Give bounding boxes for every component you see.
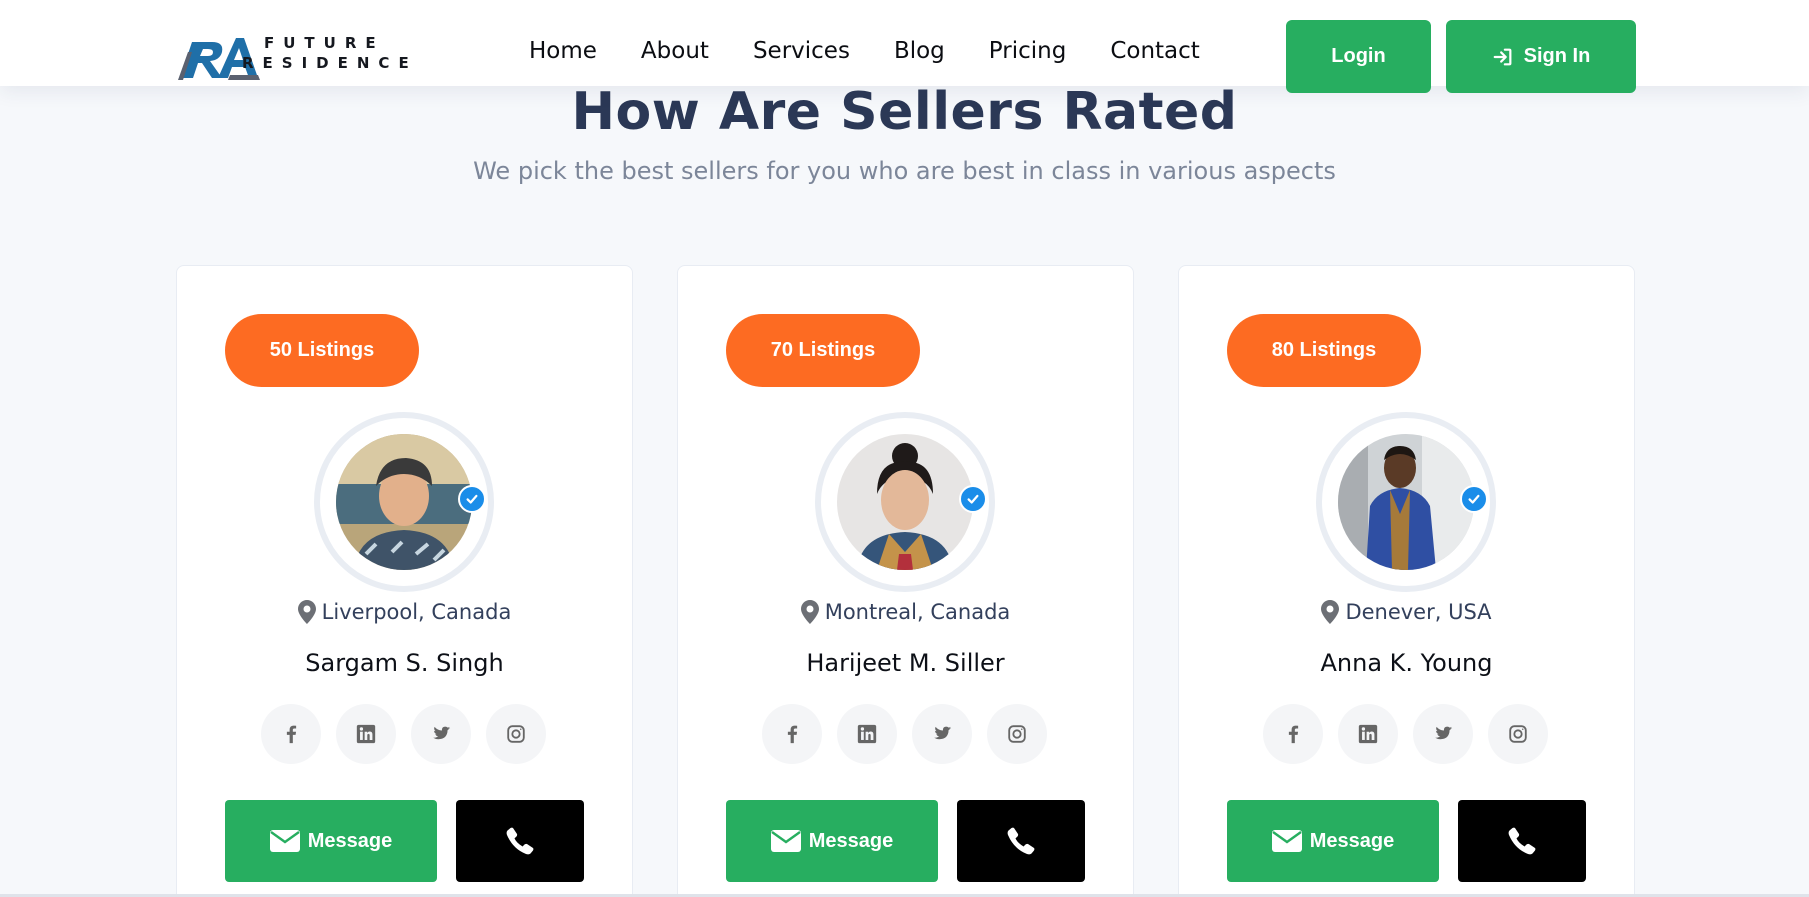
facebook-link[interactable] bbox=[1263, 704, 1323, 764]
listings-count: 80 Listings bbox=[1271, 339, 1377, 361]
linkedin-icon bbox=[1358, 724, 1378, 744]
message-button-label: Message bbox=[808, 829, 894, 852]
seller-card: 70 Listings Montreal, Canada Harijeet M.… bbox=[677, 265, 1134, 897]
phone-icon bbox=[506, 827, 534, 855]
call-button[interactable] bbox=[1458, 800, 1586, 882]
listings-badge[interactable]: 70 Listings bbox=[726, 314, 920, 387]
message-button-label: Message bbox=[307, 829, 393, 852]
map-pin-icon bbox=[297, 600, 316, 624]
facebook-link[interactable] bbox=[762, 704, 822, 764]
listings-count: 50 Listings bbox=[269, 339, 375, 361]
nav-item-home[interactable]: Home bbox=[529, 38, 597, 64]
map-pin-icon bbox=[800, 600, 819, 624]
listings-badge[interactable]: 80 Listings bbox=[1227, 314, 1421, 387]
section-subtitle: We pick the best sellers for you who are… bbox=[473, 157, 1336, 185]
envelope-icon bbox=[770, 830, 801, 852]
facebook-icon bbox=[1288, 725, 1299, 744]
message-button[interactable]: Message bbox=[726, 800, 938, 882]
twitter-icon bbox=[934, 726, 952, 740]
avatar-frame bbox=[314, 412, 494, 592]
avatar[interactable] bbox=[837, 434, 973, 570]
seller-card: 80 Listings Denever, USA Anna K. Young M… bbox=[1178, 265, 1635, 897]
message-button-label: Message bbox=[1309, 829, 1395, 852]
logo-word-future: FUTURE bbox=[264, 34, 385, 52]
seller-location: Liverpool, Canada bbox=[177, 600, 632, 624]
login-button-label: Login bbox=[1331, 45, 1386, 67]
call-button[interactable] bbox=[456, 800, 584, 882]
seller-name: Sargam S. Singh bbox=[305, 649, 504, 677]
instagram-icon bbox=[1008, 725, 1026, 743]
instagram-icon bbox=[507, 725, 525, 743]
phone-icon bbox=[1508, 827, 1536, 855]
avatar-frame bbox=[815, 412, 995, 592]
instagram-link[interactable] bbox=[486, 704, 546, 764]
call-button[interactable] bbox=[957, 800, 1085, 882]
facebook-icon bbox=[286, 725, 297, 744]
location-text: Liverpool, Canada bbox=[321, 600, 512, 624]
phone-icon bbox=[1007, 827, 1035, 855]
linkedin-link[interactable] bbox=[336, 704, 396, 764]
message-button[interactable]: Message bbox=[225, 800, 437, 882]
seller-photo bbox=[1338, 434, 1474, 570]
logo-word-residence: RESIDENCE bbox=[242, 54, 418, 72]
nav-item-about[interactable]: About bbox=[641, 38, 709, 64]
check-icon bbox=[466, 494, 478, 504]
listings-count: 70 Listings bbox=[770, 339, 876, 361]
seller-card: 50 Listings Liverpool, Canada Sargam S. … bbox=[176, 265, 633, 897]
sign-in-button[interactable]: Sign In bbox=[1446, 20, 1636, 93]
facebook-link[interactable] bbox=[261, 704, 321, 764]
social-links bbox=[762, 704, 1047, 764]
seller-photo bbox=[837, 434, 973, 570]
twitter-icon bbox=[1435, 726, 1453, 740]
message-button[interactable]: Message bbox=[1227, 800, 1439, 882]
nav-item-blog[interactable]: Blog bbox=[894, 38, 945, 64]
linkedin-icon bbox=[857, 724, 877, 744]
avatar[interactable] bbox=[336, 434, 472, 570]
linkedin-link[interactable] bbox=[1338, 704, 1398, 764]
verified-badge bbox=[1460, 485, 1488, 513]
avatar-frame bbox=[1316, 412, 1496, 592]
twitter-icon bbox=[433, 726, 451, 740]
twitter-link[interactable] bbox=[1413, 704, 1473, 764]
nav-item-pricing[interactable]: Pricing bbox=[989, 38, 1067, 64]
nav-item-contact[interactable]: Contact bbox=[1110, 38, 1199, 64]
check-icon bbox=[1468, 494, 1480, 504]
envelope-icon bbox=[269, 830, 300, 852]
check-icon bbox=[967, 494, 979, 504]
instagram-link[interactable] bbox=[987, 704, 1047, 764]
location-text: Montreal, Canada bbox=[824, 600, 1011, 624]
sign-in-button-label: Sign In bbox=[1523, 45, 1591, 67]
facebook-icon bbox=[787, 725, 798, 744]
top-navigation-bar: FUTURE RESIDENCE Home About Services Blo… bbox=[0, 0, 1809, 93]
location-text: Denever, USA bbox=[1345, 600, 1492, 624]
linkedin-link[interactable] bbox=[837, 704, 897, 764]
instagram-icon bbox=[1509, 725, 1527, 743]
twitter-link[interactable] bbox=[912, 704, 972, 764]
seller-location: Denever, USA bbox=[1179, 600, 1634, 624]
instagram-link[interactable] bbox=[1488, 704, 1548, 764]
envelope-icon bbox=[1271, 830, 1302, 852]
login-button[interactable]: Login bbox=[1286, 20, 1431, 93]
map-pin-icon bbox=[1321, 600, 1340, 624]
main-nav: Home About Services Blog Pricing Contact bbox=[529, 38, 1200, 64]
seller-name: Anna K. Young bbox=[1320, 649, 1493, 677]
avatar[interactable] bbox=[1338, 434, 1474, 570]
seller-name: Harijeet M. Siller bbox=[806, 649, 1005, 677]
linkedin-icon bbox=[356, 724, 376, 744]
seller-location: Montreal, Canada bbox=[678, 600, 1133, 624]
sign-in-icon bbox=[1493, 48, 1512, 65]
social-links bbox=[261, 704, 546, 764]
twitter-link[interactable] bbox=[411, 704, 471, 764]
listings-badge[interactable]: 50 Listings bbox=[225, 314, 419, 387]
verified-badge bbox=[458, 485, 486, 513]
social-links bbox=[1263, 704, 1548, 764]
verified-badge bbox=[959, 485, 987, 513]
nav-item-services[interactable]: Services bbox=[753, 38, 850, 64]
brand-logo[interactable]: FUTURE RESIDENCE bbox=[178, 30, 438, 82]
seller-photo bbox=[336, 434, 472, 570]
